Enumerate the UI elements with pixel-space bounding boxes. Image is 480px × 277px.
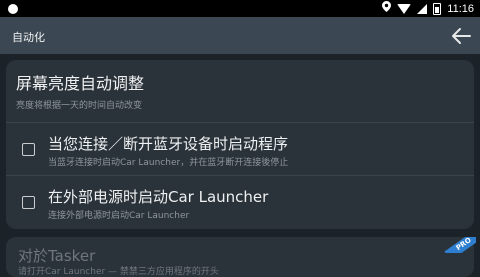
brightness-subtitle: 亮度将根据一天的时间自动改变 <box>16 101 143 111</box>
battery-icon <box>433 2 442 15</box>
bluetooth-option-row[interactable]: 当您连接／断开蓝牙设备时启动程序 当蓝牙连接时启动Car Launcher，并在… <box>6 123 474 175</box>
bluetooth-option-title: 当您连接／断开蓝牙设备时启动程序 <box>48 135 289 153</box>
status-bar: 11:16 <box>0 0 480 17</box>
location-icon <box>382 0 392 17</box>
page-title: 自动化 <box>12 31 45 44</box>
arrow-left-icon <box>452 28 471 44</box>
tasker-card[interactable]: 对於Tasker 请打开Car Launcher — 禁禁三方应用程序的开头 P… <box>6 237 476 277</box>
app-bar: 自动化 <box>0 17 480 54</box>
tasker-title: 对於Tasker <box>18 247 96 265</box>
brightness-title: 屏幕亮度自动调整 <box>16 74 145 93</box>
pro-badge-label: PRO <box>444 237 476 253</box>
pro-badge: PRO <box>438 237 476 253</box>
clock-time: 11:16 <box>447 2 474 15</box>
wifi-icon <box>397 3 412 14</box>
tasker-subtitle: 请打开Car Launcher — 禁禁三方应用程序的开头 <box>18 267 219 277</box>
notification-dot-icon <box>8 4 18 14</box>
signal-icon <box>417 3 428 14</box>
status-icons: 11:16 <box>382 0 474 17</box>
back-button[interactable] <box>448 23 474 49</box>
power-option-subtitle: 连接外部电源时启动Car Launcher <box>48 211 190 221</box>
power-option-row[interactable]: 在外部电源时启动Car Launcher 连接外部电源时启动Car Launch… <box>6 176 474 226</box>
power-option-title: 在外部电源时启动Car Launcher <box>48 188 269 206</box>
power-checkbox[interactable] <box>22 196 35 209</box>
brightness-setting[interactable]: 屏幕亮度自动调整 亮度将根据一天的时间自动改变 <box>16 70 144 111</box>
settings-card: 屏幕亮度自动调整 亮度将根据一天的时间自动改变 当您连接／断开蓝牙设备时启动程序… <box>6 60 474 229</box>
bluetooth-checkbox[interactable] <box>22 143 35 156</box>
bluetooth-option-subtitle: 当蓝牙连接时启动Car Launcher，并在蓝牙断开连接後停止 <box>48 158 289 168</box>
